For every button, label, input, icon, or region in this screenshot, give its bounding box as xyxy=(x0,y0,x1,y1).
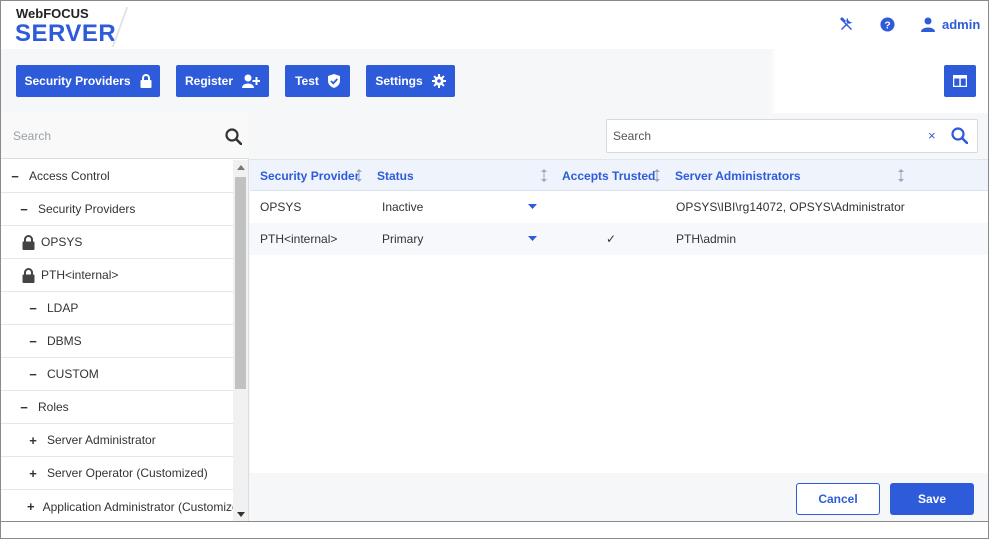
navigation-tree: − Access Control − Security Providers OP… xyxy=(1,160,233,523)
register-button[interactable]: Register xyxy=(176,65,269,97)
search-icon[interactable] xyxy=(225,128,243,148)
svg-text:?: ? xyxy=(884,20,890,31)
scroll-down-icon[interactable] xyxy=(233,507,248,521)
grid-header-row: Security Provider Status Accepts Trusted… xyxy=(250,160,988,191)
tree-item-label: Application Administrator (Customized) xyxy=(42,499,233,514)
tree-item-label: DBMS xyxy=(47,334,82,348)
tree-search-input[interactable] xyxy=(13,127,213,145)
tree-item-dbms[interactable]: − DBMS xyxy=(1,325,233,358)
provider-cell: PTH<internal> xyxy=(260,232,338,246)
security-providers-label: Security Providers xyxy=(24,74,131,88)
expand-icon[interactable]: + xyxy=(27,466,39,481)
help-icon[interactable]: ? xyxy=(878,15,896,33)
expand-icon[interactable]: + xyxy=(27,499,35,514)
app-header: WebFOCUS SERVER ? admin xyxy=(1,1,988,49)
sort-icon[interactable] xyxy=(898,169,904,182)
tree-search-bar xyxy=(1,113,249,159)
chevron-down-icon[interactable] xyxy=(528,204,537,209)
dash-icon: − xyxy=(29,366,37,382)
clear-search-icon[interactable]: × xyxy=(928,128,936,143)
sort-icon[interactable] xyxy=(541,169,547,182)
dash-icon: − xyxy=(29,300,37,316)
tree-scrollbar[interactable] xyxy=(233,160,248,521)
gear-icon xyxy=(431,74,446,88)
table-row[interactable]: PTH<internal> Primary ✓ PTH\admin xyxy=(250,223,988,255)
tools-icon[interactable] xyxy=(837,15,855,33)
navigation-panel: − Access Control − Security Providers OP… xyxy=(1,113,249,521)
server-admins-cell: OPSYS\IBI\rg14072, OPSYS\Administrator xyxy=(676,200,905,214)
user-name-label[interactable]: admin xyxy=(942,17,980,32)
chevron-down-icon[interactable] xyxy=(528,236,537,241)
server-admins-cell: PTH\admin xyxy=(676,232,737,246)
security-providers-button[interactable]: Security Providers xyxy=(16,65,160,97)
tree-item-security-providers[interactable]: − Security Providers xyxy=(1,193,233,226)
status-select[interactable]: Primary xyxy=(382,223,423,255)
tree-item-server-administrator[interactable]: + Server Administrator xyxy=(1,424,233,457)
settings-label: Settings xyxy=(375,74,423,88)
save-button[interactable]: Save xyxy=(890,483,974,515)
user-icon[interactable] xyxy=(919,15,937,33)
brand-top-label: WebFOCUS xyxy=(16,6,89,21)
tree-item-label: Roles xyxy=(38,400,69,414)
sort-icon[interactable] xyxy=(356,169,362,182)
dash-icon: − xyxy=(29,333,37,349)
status-bar xyxy=(1,521,988,538)
tree-item-opsys[interactable]: OPSYS xyxy=(1,226,233,259)
grid-search-input[interactable] xyxy=(613,128,913,144)
scroll-up-icon[interactable] xyxy=(233,160,248,174)
register-label: Register xyxy=(184,74,234,88)
cancel-button[interactable]: Cancel xyxy=(796,483,880,515)
shield-check-icon xyxy=(327,74,340,88)
tree-item-roles[interactable]: − Roles xyxy=(1,391,233,424)
tree-item-ldap[interactable]: − LDAP xyxy=(1,292,233,325)
collapse-icon[interactable]: − xyxy=(18,202,30,217)
tree-item-label: CUSTOM xyxy=(47,367,99,381)
tree-item-label: OPSYS xyxy=(41,235,83,249)
accepts-trusted-checkmark: ✓ xyxy=(606,232,617,246)
table-row[interactable]: OPSYS Inactive OPSYS\IBI\rg14072, OPSYS\… xyxy=(250,191,988,223)
tree-item-label: Server Administrator xyxy=(47,433,156,447)
expand-icon[interactable]: + xyxy=(27,433,39,448)
add-user-icon xyxy=(242,74,261,88)
collapse-icon[interactable]: − xyxy=(9,169,21,184)
column-header-accepts-trusted[interactable]: Accepts Trusted xyxy=(562,160,655,191)
lock-icon xyxy=(22,267,36,283)
app-window: WebFOCUS SERVER ? admin Security Provide… xyxy=(0,0,989,539)
provider-cell: OPSYS xyxy=(260,200,302,214)
tree-item-access-control[interactable]: − Access Control xyxy=(1,160,233,193)
search-icon[interactable] xyxy=(951,127,969,147)
grid-search-box: × xyxy=(606,119,978,153)
test-button[interactable]: Test xyxy=(285,65,350,97)
tree-item-application-administrator[interactable]: + Application Administrator (Customized) xyxy=(1,490,233,523)
settings-button[interactable]: Settings xyxy=(366,65,455,97)
column-header-server-administrators[interactable]: Server Administrators xyxy=(675,160,801,191)
scroll-thumb[interactable] xyxy=(235,177,246,389)
panel-layout-button[interactable] xyxy=(944,65,976,97)
tree-item-label: LDAP xyxy=(47,301,79,315)
status-select[interactable]: Inactive xyxy=(382,191,423,223)
panel-layout-icon xyxy=(953,75,967,87)
tree-item-custom[interactable]: − CUSTOM xyxy=(1,358,233,391)
tree-item-server-operator[interactable]: + Server Operator (Customized) xyxy=(1,457,233,490)
tree-item-pth-internal[interactable]: PTH<internal> xyxy=(1,259,233,292)
lock-icon xyxy=(22,234,36,250)
test-label: Test xyxy=(295,74,319,88)
collapse-icon[interactable]: − xyxy=(18,400,30,415)
brand-logo-text: SERVER xyxy=(15,20,117,47)
lock-icon xyxy=(140,74,152,88)
tree-item-label: Server Operator (Customized) xyxy=(47,466,208,480)
sort-icon[interactable] xyxy=(654,169,660,182)
providers-grid: Security Provider Status Accepts Trusted… xyxy=(250,160,988,473)
column-header-status[interactable]: Status xyxy=(377,160,414,191)
tree-item-label: PTH<internal> xyxy=(41,268,119,282)
tree-item-label: Security Providers xyxy=(38,202,136,216)
tree-item-label: Access Control xyxy=(29,169,110,183)
column-header-security-provider[interactable]: Security Provider xyxy=(260,160,359,191)
